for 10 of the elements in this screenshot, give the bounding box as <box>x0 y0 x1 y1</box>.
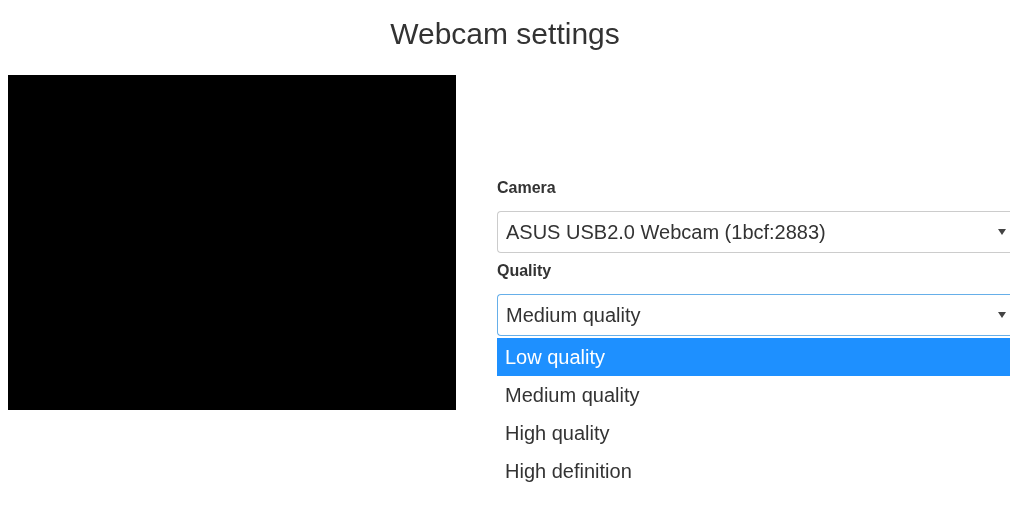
page-title: Webcam settings <box>390 18 620 49</box>
dropdown-select[interactable]: Medium quality <box>497 294 1010 336</box>
dropdown-option[interactable]: Medium quality <box>497 376 1010 414</box>
caret-icon <box>998 228 1006 236</box>
field-label: Camera <box>497 178 557 198</box>
dropdown-option[interactable]: High quality <box>497 414 1010 452</box>
field-label: Quality <box>497 261 553 281</box>
dropdown-select[interactable]: ASUS USB2.0 Webcam (1bcf:2883) <box>497 211 1010 253</box>
caret-icon <box>998 311 1006 319</box>
dropdown-option[interactable]: High definition <box>497 452 1010 490</box>
